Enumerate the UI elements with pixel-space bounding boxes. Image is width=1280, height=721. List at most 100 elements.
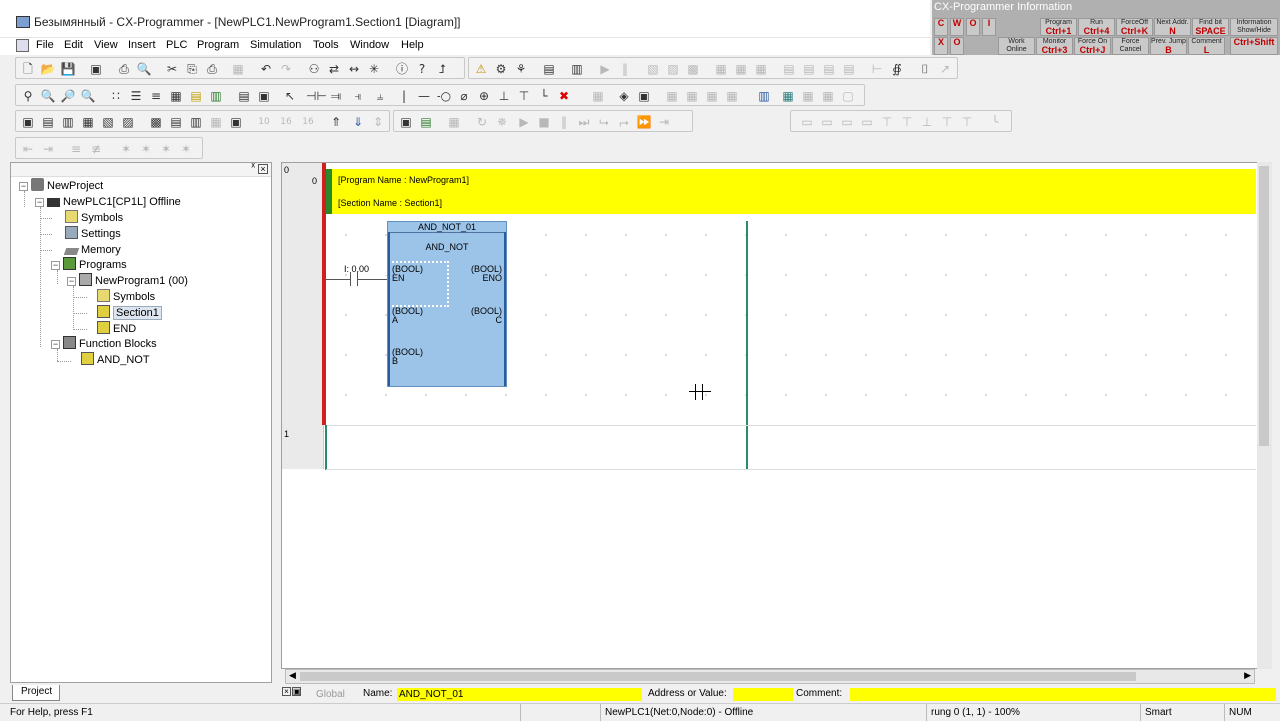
select-mode-icon[interactable]: ↖: [282, 88, 298, 104]
timer-16b-icon[interactable]: 16: [300, 114, 316, 130]
scroll-right-icon[interactable]: ▶: [1244, 670, 1251, 681]
replace-icon[interactable]: ⇄: [326, 61, 342, 77]
menu-window[interactable]: Window: [350, 39, 389, 51]
pin-c[interactable]: C: [496, 315, 503, 325]
paste-icon[interactable]: ⎙: [204, 61, 220, 77]
comment-block-icon[interactable]: ≡: [68, 141, 84, 157]
new-or-contact-icon[interactable]: ⫣: [350, 88, 366, 104]
route-icon[interactable]: ╰: [987, 114, 1003, 130]
collapse-function-blocks-button[interactable]: −: [51, 340, 60, 349]
upload-icon[interactable]: ⇓: [350, 114, 366, 130]
dock-bar-icon[interactable]: ▣: [292, 687, 301, 696]
fb-call-icon[interactable]: ▦: [590, 88, 606, 104]
compile-all-icon[interactable]: ⚘: [513, 61, 529, 77]
tree-node-project[interactable]: NewProject: [31, 178, 103, 194]
next-bookmark-icon[interactable]: ✶: [138, 141, 154, 157]
run-icon[interactable]: ▶: [597, 61, 613, 77]
prev-bookmark-icon[interactable]: ✶: [158, 141, 174, 157]
cross-ref-window-icon[interactable]: ▨: [120, 114, 136, 130]
horizontal-scrollbar[interactable]: ◀ ▶: [285, 669, 1255, 684]
indent-increase-icon[interactable]: ⇥: [40, 141, 56, 157]
new-contact-icon[interactable]: ⊣⊢: [306, 88, 327, 104]
transfer-from-plc-icon[interactable]: ▩: [685, 61, 701, 77]
online-edit-begin-icon[interactable]: ▦: [664, 88, 680, 104]
tree-node-memory[interactable]: Memory: [63, 242, 121, 258]
align-bottom-icon[interactable]: ⊤: [899, 114, 915, 130]
distribute-v-icon[interactable]: ⊤: [939, 114, 955, 130]
online-edit-transfer-icon[interactable]: ▦: [724, 88, 740, 104]
menu-view[interactable]: View: [94, 39, 118, 51]
symbol-icon[interactable]: ∯: [889, 61, 905, 77]
menu-edit[interactable]: Edit: [64, 39, 83, 51]
sim-pause-icon[interactable]: ‖: [556, 114, 572, 130]
time-chart-icon[interactable]: ▤: [841, 61, 857, 77]
rung-annotations-icon[interactable]: ≡: [148, 88, 164, 104]
tree-node-function-blocks[interactable]: Function Blocks: [63, 336, 157, 352]
horizontal-scroll-thumb[interactable]: [300, 672, 1136, 681]
tree-node-end[interactable]: END: [97, 321, 136, 337]
menu-plc[interactable]: PLC: [166, 39, 187, 51]
new-horizontal-icon[interactable]: —: [416, 88, 432, 104]
address-field[interactable]: [733, 688, 793, 701]
close-pane-icon[interactable]: ×: [258, 164, 268, 174]
force-icon[interactable]: ▦: [753, 61, 769, 77]
transfer-icon[interactable]: ▧: [645, 61, 661, 77]
data-trace-icon[interactable]: ▤: [821, 61, 837, 77]
collapse-program1-button[interactable]: −: [67, 277, 76, 286]
output-window-icon[interactable]: ▤: [40, 114, 56, 130]
simulation-setup-icon[interactable]: ▦: [800, 88, 816, 104]
pin-eno[interactable]: ENO: [482, 273, 502, 283]
tab-project[interactable]: Project: [12, 685, 60, 701]
tree-node-settings[interactable]: Settings: [65, 226, 121, 242]
io-window-icon[interactable]: ▣: [228, 114, 244, 130]
timer-16-icon[interactable]: 16: [278, 114, 294, 130]
align-right-icon[interactable]: ▭: [839, 114, 855, 130]
stop-icon[interactable]: ‖: [617, 61, 633, 77]
tree-node-local-symbols[interactable]: Symbols: [97, 289, 155, 305]
new-ndt-icon[interactable]: ⊤: [516, 88, 532, 104]
align-center-icon[interactable]: ▭: [819, 114, 835, 130]
align-middle-icon[interactable]: ⊤: [879, 114, 895, 130]
memory-view-icon[interactable]: ▦: [208, 114, 224, 130]
print-icon[interactable]: ⎙: [116, 61, 132, 77]
section-view-icon[interactable]: ▥: [208, 88, 224, 104]
project-window-icon[interactable]: ▣: [20, 114, 36, 130]
menu-program[interactable]: Program: [197, 39, 239, 51]
new-line-connect-icon[interactable]: └: [536, 88, 552, 104]
find-window-icon[interactable]: ▧: [100, 114, 116, 130]
collapse-programs-button[interactable]: −: [51, 261, 60, 270]
watch-icon[interactable]: ⊢: [869, 61, 885, 77]
save-icon[interactable]: 💾: [60, 61, 76, 77]
sim-break-icon[interactable]: ✵: [494, 114, 510, 130]
same-size-icon[interactable]: ⊤: [959, 114, 975, 130]
sim-continuous-icon[interactable]: ⏩: [636, 114, 652, 130]
open-folder-icon[interactable]: 📂: [40, 61, 56, 77]
sim-scan-icon[interactable]: ⇥: [656, 114, 672, 130]
mnemonic-view-icon[interactable]: ▤: [236, 88, 252, 104]
new-closed-contact-icon[interactable]: ⫥: [328, 88, 344, 104]
sim-start-icon[interactable]: ▣: [398, 114, 414, 130]
sim-run-icon[interactable]: ▶: [516, 114, 532, 130]
delete-icon[interactable]: ▦: [230, 61, 246, 77]
sim-setup-icon[interactable]: ▦: [446, 114, 462, 130]
verify-icon[interactable]: ⇕: [370, 114, 386, 130]
pin-icon[interactable]: ˣ: [251, 161, 255, 173]
download-icon[interactable]: ⇑: [328, 114, 344, 130]
tree-node-programs[interactable]: Programs: [63, 257, 127, 273]
io-table-icon[interactable]: ⌷: [917, 61, 933, 77]
pin-b[interactable]: B: [392, 356, 398, 366]
cut-icon[interactable]: ✂: [164, 61, 180, 77]
menu-insert[interactable]: Insert: [128, 39, 156, 51]
simulation-tools-icon[interactable]: ▦: [780, 88, 796, 104]
function-block-instance[interactable]: AND_NOT_01 AND_NOT (BOOL) EN (BOOL) ENO …: [385, 221, 507, 387]
context-help-icon[interactable]: ⮥: [434, 61, 450, 77]
expand-icon[interactable]: ↗: [937, 61, 953, 77]
zoom-in-icon[interactable]: 🔍: [40, 88, 56, 104]
find-icon[interactable]: ⚇: [306, 61, 322, 77]
delete-line-icon[interactable]: ✖: [556, 88, 572, 104]
warning-icon[interactable]: ⚠: [473, 61, 489, 77]
online-edit-cancel-icon[interactable]: ▦: [684, 88, 700, 104]
show-comments-icon[interactable]: ☰: [128, 88, 144, 104]
address-reference-icon[interactable]: ✳: [366, 61, 382, 77]
contact-symbol[interactable]: [350, 272, 358, 286]
